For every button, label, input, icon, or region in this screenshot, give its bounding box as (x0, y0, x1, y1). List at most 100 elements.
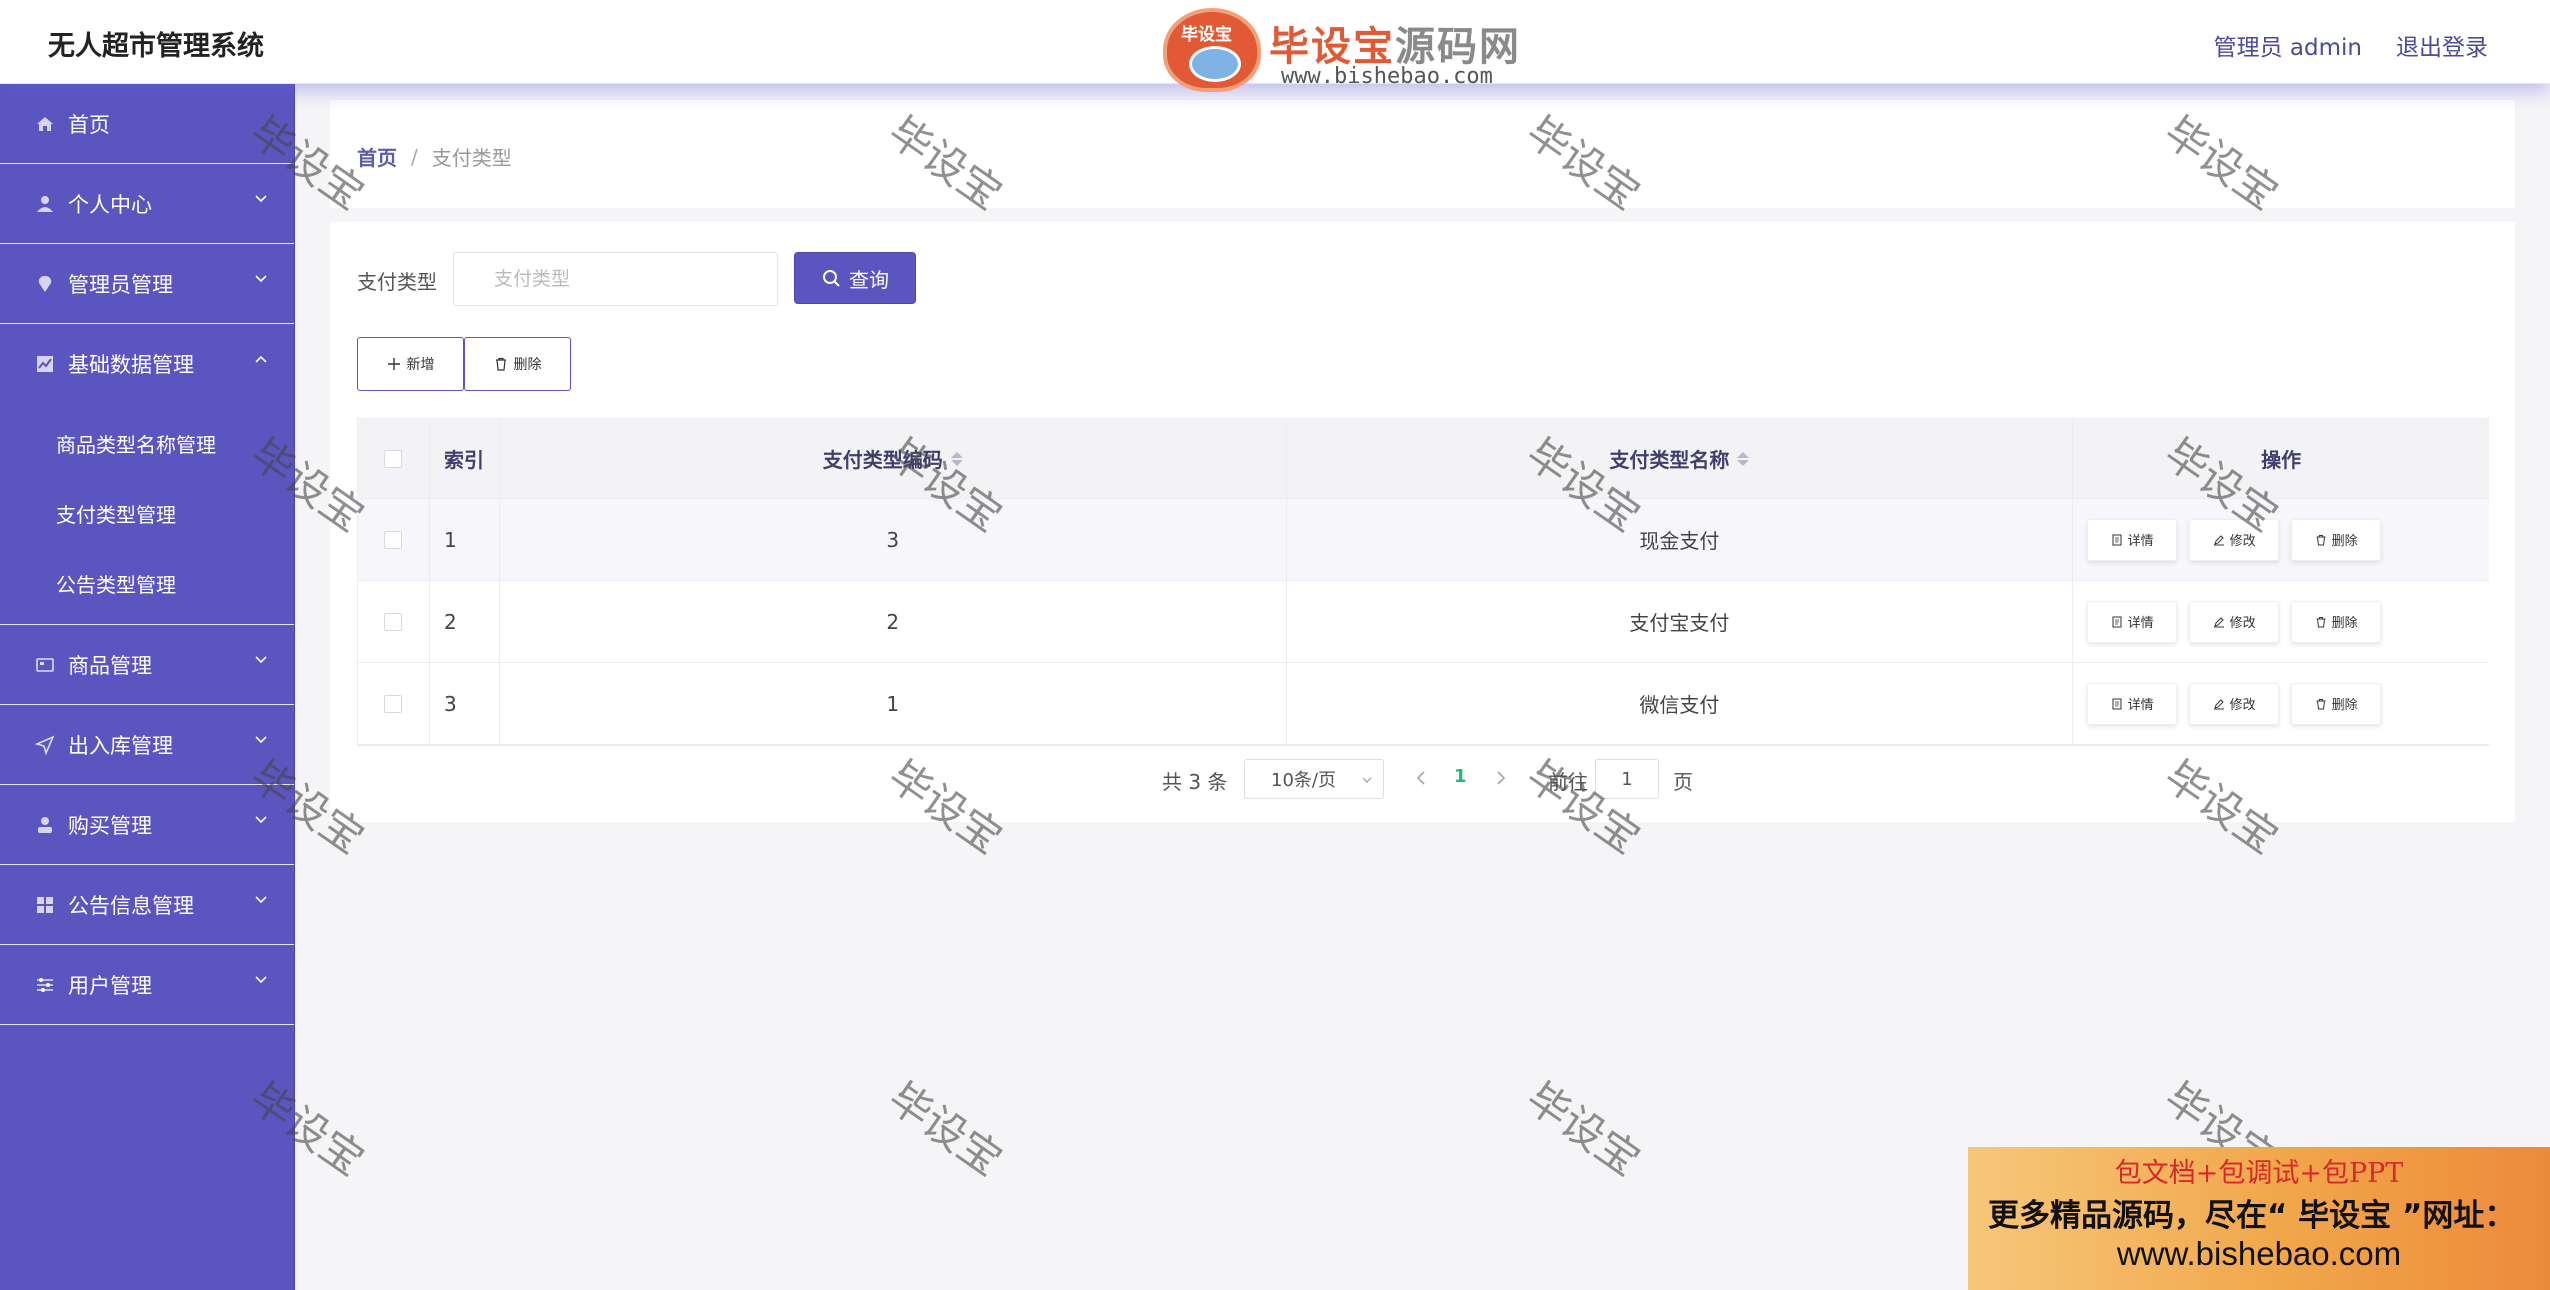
row-name: 微信支付 (1287, 663, 2074, 744)
sidebar-item-profile[interactable]: 个人中心 (0, 164, 294, 244)
sort-icon[interactable] (950, 451, 963, 466)
row-checkbox[interactable] (384, 694, 403, 713)
edit-button[interactable]: 修改 (2189, 600, 2280, 643)
delete-button[interactable]: 删除 (2291, 682, 2382, 725)
logo-badge-text: 毕设宝 (1181, 25, 1232, 45)
sidebar-item-label: 用户管理 (68, 973, 152, 998)
row-index: 3 (430, 663, 500, 744)
edit-icon (2213, 616, 2224, 627)
row-actions: 详情 修改 删除 (2073, 663, 2489, 744)
delete-button-label: 删除 (2331, 698, 2358, 713)
row-check-cell (358, 499, 430, 580)
delete-button[interactable]: 删除 (2291, 518, 2382, 561)
ad-line1: 包文档+包调试+包PPT (2114, 1158, 2404, 1189)
next-page-icon[interactable] (1493, 768, 1509, 788)
table-row: 1 3 现金支付 详情 修改 删除 (358, 499, 2489, 581)
row-checkbox[interactable] (384, 612, 403, 631)
sliders-icon (34, 974, 56, 996)
sidebar-subitem-notice-type[interactable]: 公告类型管理 (0, 548, 294, 618)
chevron-down-icon (255, 976, 267, 984)
edit-button[interactable]: 修改 (2189, 518, 2280, 561)
row-actions: 详情 修改 删除 (2073, 499, 2489, 580)
page-size-select[interactable]: 10条/页 (1244, 759, 1384, 799)
submenu-basic-data: 商品类型名称管理 支付类型管理 公告类型管理 (0, 404, 294, 625)
pagination-total: 共 3 条 (1162, 770, 1228, 794)
ad-line2: 更多精品源码，尽在“ 毕设宝 ”网址： (1988, 1198, 2516, 1234)
row-checkbox[interactable] (384, 530, 403, 549)
detail-button-label: 详情 (2127, 698, 2154, 713)
header-index: 索引 (430, 419, 500, 498)
table-row: 3 1 微信支付 详情 修改 删除 (358, 663, 2489, 745)
content-card: 支付类型 查询 新增 删除 索引 支付类型编码 支付类型名称 操作 1 (330, 222, 2515, 822)
prev-page-icon[interactable] (1413, 768, 1429, 788)
detail-button[interactable]: 详情 (2087, 518, 2178, 561)
sidebar-item-notices[interactable]: 公告信息管理 (0, 865, 294, 945)
logout-link[interactable]: 退出登录 (2396, 28, 2488, 62)
edit-button[interactable]: 修改 (2189, 682, 2280, 725)
sidebar-item-admins[interactable]: 管理员管理 (0, 244, 294, 324)
sidebar-item-products[interactable]: 商品管理 (0, 625, 294, 705)
payment-type-table: 索引 支付类型编码 支付类型名称 操作 1 3 现金支付 详情 修改 删除 2 … (357, 418, 2489, 746)
sidebar-subitem-product-type[interactable]: 商品类型名称管理 (0, 408, 294, 478)
delete-button-label: 删除 (2331, 534, 2358, 549)
location-icon (34, 273, 56, 295)
app-title: 无人超市管理系统 (48, 31, 264, 62)
search-icon (823, 270, 840, 287)
person-icon (34, 814, 56, 836)
detail-button[interactable]: 详情 (2087, 682, 2178, 725)
chevron-down-icon (255, 736, 267, 744)
sidebar-item-label: 首页 (68, 112, 110, 137)
payment-type-search-input[interactable] (453, 252, 778, 306)
edit-button-label: 修改 (2229, 698, 2256, 713)
user-icon (34, 193, 56, 215)
breadcrumb-home[interactable]: 首页 (357, 142, 397, 171)
chevron-down-icon (1362, 777, 1372, 783)
sidebar-item-home[interactable]: 首页 (0, 84, 294, 164)
chevron-down-icon (255, 816, 267, 824)
card-icon (34, 654, 56, 676)
row-index: 1 (430, 499, 500, 580)
query-button[interactable]: 查询 (794, 252, 916, 304)
detail-button[interactable]: 详情 (2087, 600, 2178, 643)
sidebar-item-users[interactable]: 用户管理 (0, 945, 294, 1025)
current-user: 管理员 admin (2213, 35, 2362, 61)
sidebar-item-inventory[interactable]: 出入库管理 (0, 705, 294, 785)
sidebar-subitem-payment-type[interactable]: 支付类型管理 (0, 478, 294, 548)
header-code[interactable]: 支付类型编码 (500, 419, 1287, 498)
breadcrumb-current: 支付类型 (431, 146, 512, 170)
page-number-1[interactable]: 1 (1454, 766, 1467, 787)
select-all-checkbox[interactable] (384, 449, 403, 468)
batch-delete-button[interactable]: 删除 (464, 337, 571, 391)
ad-banner[interactable]: 包文档+包调试+包PPT 更多精品源码，尽在“ 毕设宝 ”网址： www.bis… (1968, 1147, 2550, 1290)
sidebar-item-label: 管理员管理 (68, 272, 173, 297)
site-logo: 毕设宝 毕设宝源码网 www.bishebao.com (1163, 8, 1543, 92)
row-check-cell (358, 581, 430, 662)
trash-icon (2316, 534, 2326, 545)
search-label: 支付类型 (357, 270, 437, 294)
row-name: 支付宝支付 (1287, 581, 2074, 662)
header-name[interactable]: 支付类型名称 (1287, 419, 2074, 498)
chevron-down-icon (255, 195, 267, 203)
grid-icon (34, 894, 56, 916)
sidebar-item-label: 商品管理 (68, 653, 152, 678)
row-check-cell (358, 663, 430, 744)
row-name: 现金支付 (1287, 499, 2074, 580)
document-icon (2112, 534, 2122, 545)
sort-icon[interactable] (1737, 451, 1750, 466)
sidebar-item-label: 公告信息管理 (68, 893, 194, 918)
chevron-down-icon (255, 275, 267, 283)
sidebar-item-label: 购买管理 (68, 813, 152, 838)
header-name-label: 支付类型名称 (1609, 448, 1730, 472)
sidebar-item-label: 基础数据管理 (68, 353, 194, 377)
row-code: 3 (500, 499, 1287, 580)
sidebar-item-label: 出入库管理 (68, 733, 173, 758)
add-button[interactable]: 新增 (357, 337, 464, 391)
sidebar-item-basic-data[interactable]: 基础数据管理 (0, 324, 294, 404)
home-icon (34, 113, 56, 135)
edit-button-label: 修改 (2229, 534, 2256, 549)
goto-page-input[interactable] (1595, 759, 1659, 799)
delete-button[interactable]: 删除 (2291, 600, 2382, 643)
trash-icon (2316, 698, 2326, 709)
delete-button-label: 删除 (2331, 616, 2358, 631)
sidebar-item-purchases[interactable]: 购买管理 (0, 785, 294, 865)
